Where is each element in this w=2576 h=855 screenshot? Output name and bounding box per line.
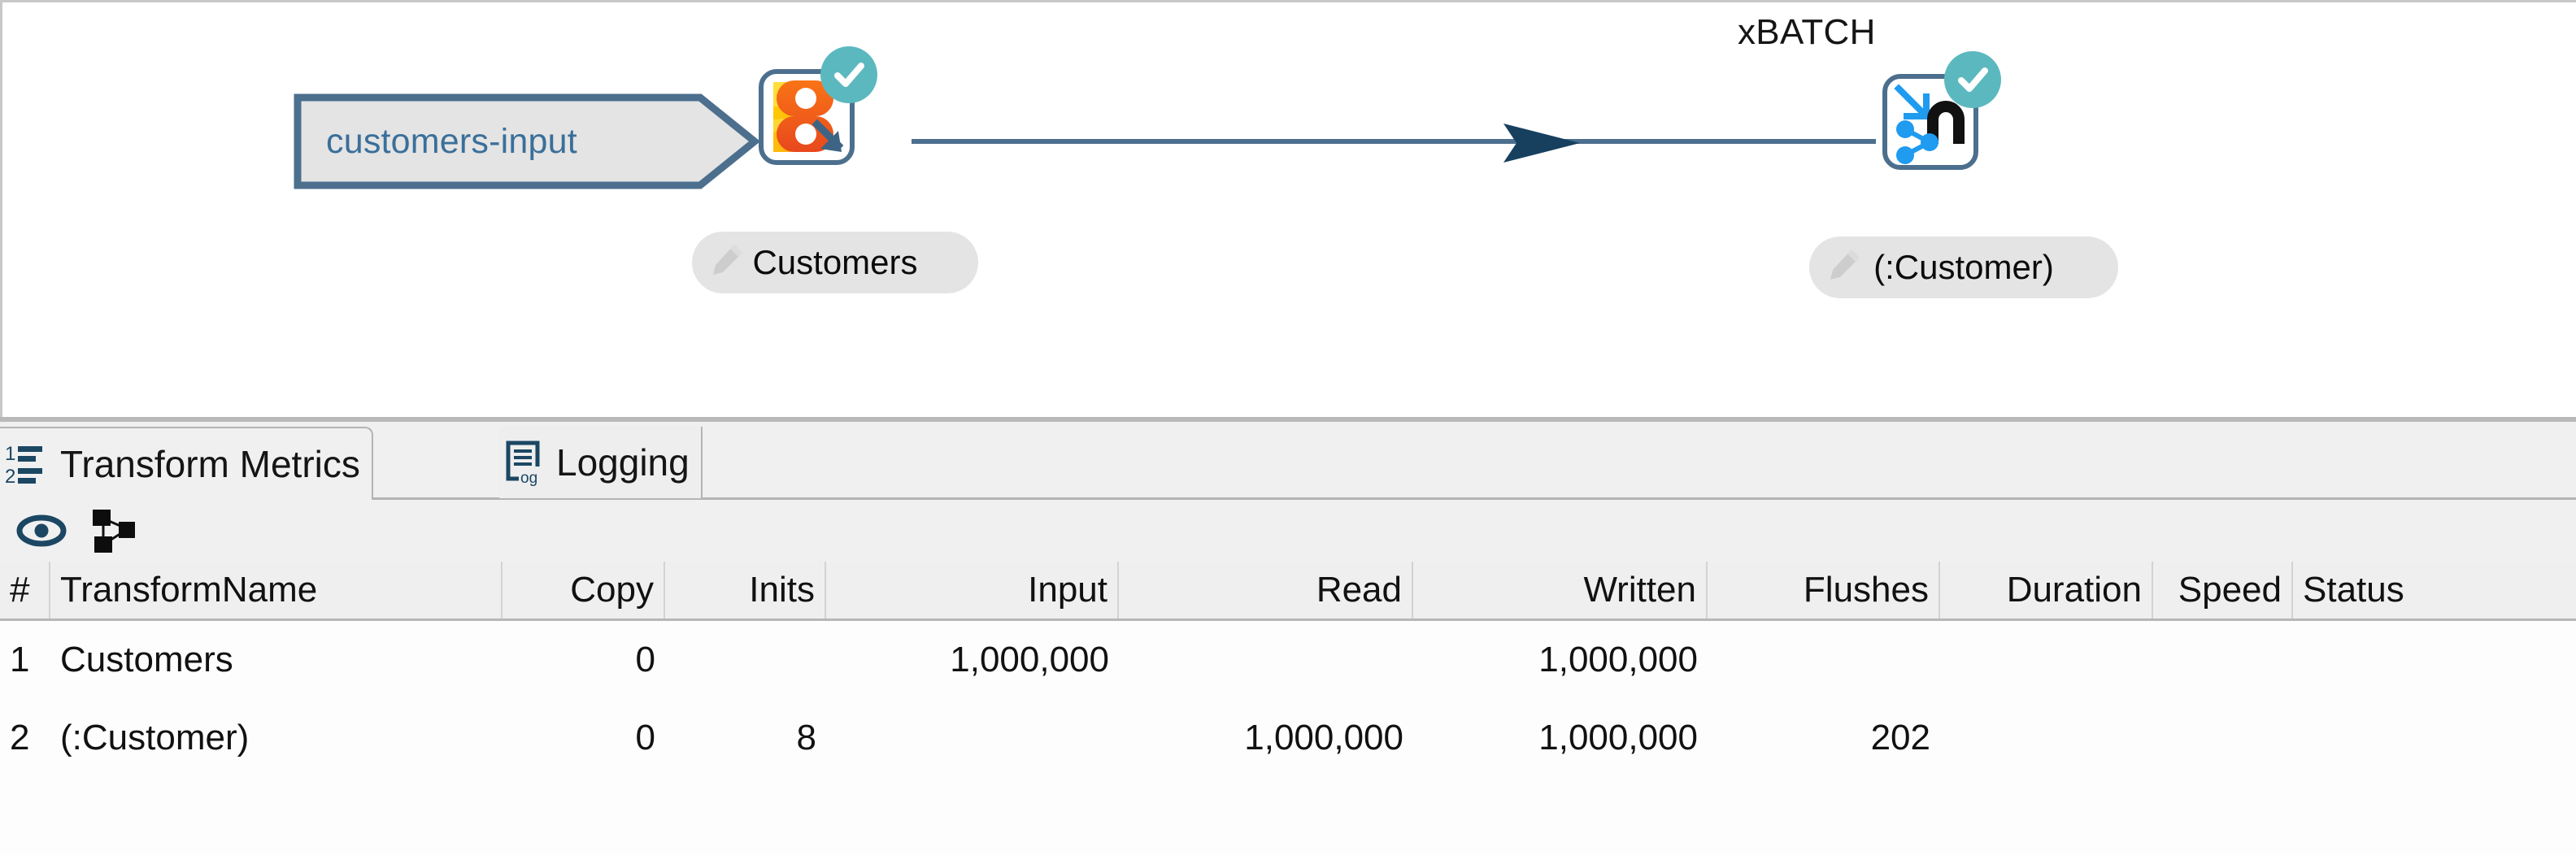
cell-inits <box>665 621 826 699</box>
column-header-written[interactable]: Written <box>1413 562 1708 618</box>
column-header-name[interactable]: TransformName <box>50 562 503 618</box>
hop-arrow-icon <box>1499 120 1596 166</box>
svg-text:og: og <box>520 470 537 486</box>
table-header-row: # TransformName Copy Inits Input Read Written F… <box>0 562 2576 621</box>
cell-read <box>1119 621 1413 699</box>
cell-flushes <box>1708 621 1940 699</box>
cell-read: 1,000,000 <box>1244 718 1403 757</box>
column-header-read[interactable]: Read <box>1119 562 1413 618</box>
svg-text:1: 1 <box>5 443 15 465</box>
hop-connection-line[interactable] <box>912 139 1876 144</box>
transform-name-label: Customers <box>752 243 918 281</box>
edit-pencil-icon <box>1827 246 1863 282</box>
transform-name-pill-customers[interactable]: Customers <box>692 232 978 293</box>
svg-text:2: 2 <box>5 466 15 488</box>
column-header-flushes[interactable]: Flushes <box>1708 562 1940 618</box>
column-header-num[interactable]: # <box>0 562 50 618</box>
column-header-input[interactable]: Input <box>826 562 1119 618</box>
column-header-copy[interactable]: Copy <box>503 562 665 618</box>
cell-copy: 0 <box>635 718 655 757</box>
transform-metrics-table[interactable]: # TransformName Copy Inits Input Read Written F… <box>0 562 2576 855</box>
cell-name: (:Customer) <box>60 718 250 757</box>
cell-written: 1,000,000 <box>1538 718 1698 757</box>
numbered-list-icon: 1 2 <box>5 441 52 488</box>
table-body: 1 Customers 0 1,000,000 1,000,000 2 (:Customer… <box>0 621 2576 777</box>
transform-name-pill-customer-output[interactable]: (:Customer) <box>1809 237 2118 298</box>
cell-name: Customers <box>60 640 233 679</box>
cell-speed <box>2153 699 2293 777</box>
column-header-duration[interactable]: Duration <box>1940 562 2153 618</box>
cell-num: 2 <box>10 718 30 757</box>
node-status-success-icon <box>820 46 877 103</box>
cell-input: 1,000,000 <box>950 640 1109 679</box>
node-annotation-xbatch: xBATCH <box>1738 12 1876 52</box>
column-header-speed[interactable]: Speed <box>2153 562 2293 618</box>
table-row[interactable]: 1 Customers 0 1,000,000 1,000,000 <box>0 621 2576 699</box>
input-hop-shape[interactable]: customers-input <box>294 93 759 189</box>
tab-transform-metrics[interactable]: 1 2 Transform Metrics <box>0 427 373 500</box>
node-status-success-icon <box>1944 51 2001 108</box>
bottom-panel: 1 2 Transform Metrics og Logging # Trans… <box>0 422 2576 855</box>
transform-node-customer-output[interactable] <box>1882 51 2001 170</box>
cell-inits: 8 <box>796 718 816 757</box>
network-graph-icon[interactable] <box>86 506 140 556</box>
cell-speed <box>2153 621 2293 699</box>
transform-name-label: (:Customer) <box>1873 248 2054 286</box>
cell-duration <box>1940 699 2153 777</box>
cell-input <box>826 699 1119 777</box>
log-document-icon: og <box>504 439 548 486</box>
pipeline-canvas[interactable]: customers-input Customers xBATCH (:Custo… <box>0 0 2576 419</box>
eye-icon[interactable] <box>15 506 68 556</box>
cell-status <box>2293 621 2576 699</box>
input-hop-label: customers-input <box>326 121 577 161</box>
transform-node-customers[interactable] <box>759 46 877 165</box>
tab-strip: 1 2 Transform Metrics og Logging <box>0 422 2576 500</box>
cell-num: 1 <box>10 640 30 679</box>
column-header-inits[interactable]: Inits <box>665 562 826 618</box>
cell-written: 1,000,000 <box>1538 640 1698 679</box>
table-row[interactable]: 2 (:Customer) 0 8 1,000,000 1,000,000 202 <box>0 699 2576 777</box>
column-header-status[interactable]: Status <box>2293 562 2576 618</box>
edit-pencil-icon <box>710 241 746 277</box>
cell-duration <box>1940 621 2153 699</box>
tab-logging[interactable]: og Logging <box>499 427 703 500</box>
cell-status <box>2293 699 2576 777</box>
metrics-toolbar <box>0 500 2576 562</box>
tab-label: Logging <box>556 441 690 484</box>
cell-copy: 0 <box>635 640 655 679</box>
cell-flushes: 202 <box>1870 718 1930 757</box>
tab-label: Transform Metrics <box>60 443 360 485</box>
